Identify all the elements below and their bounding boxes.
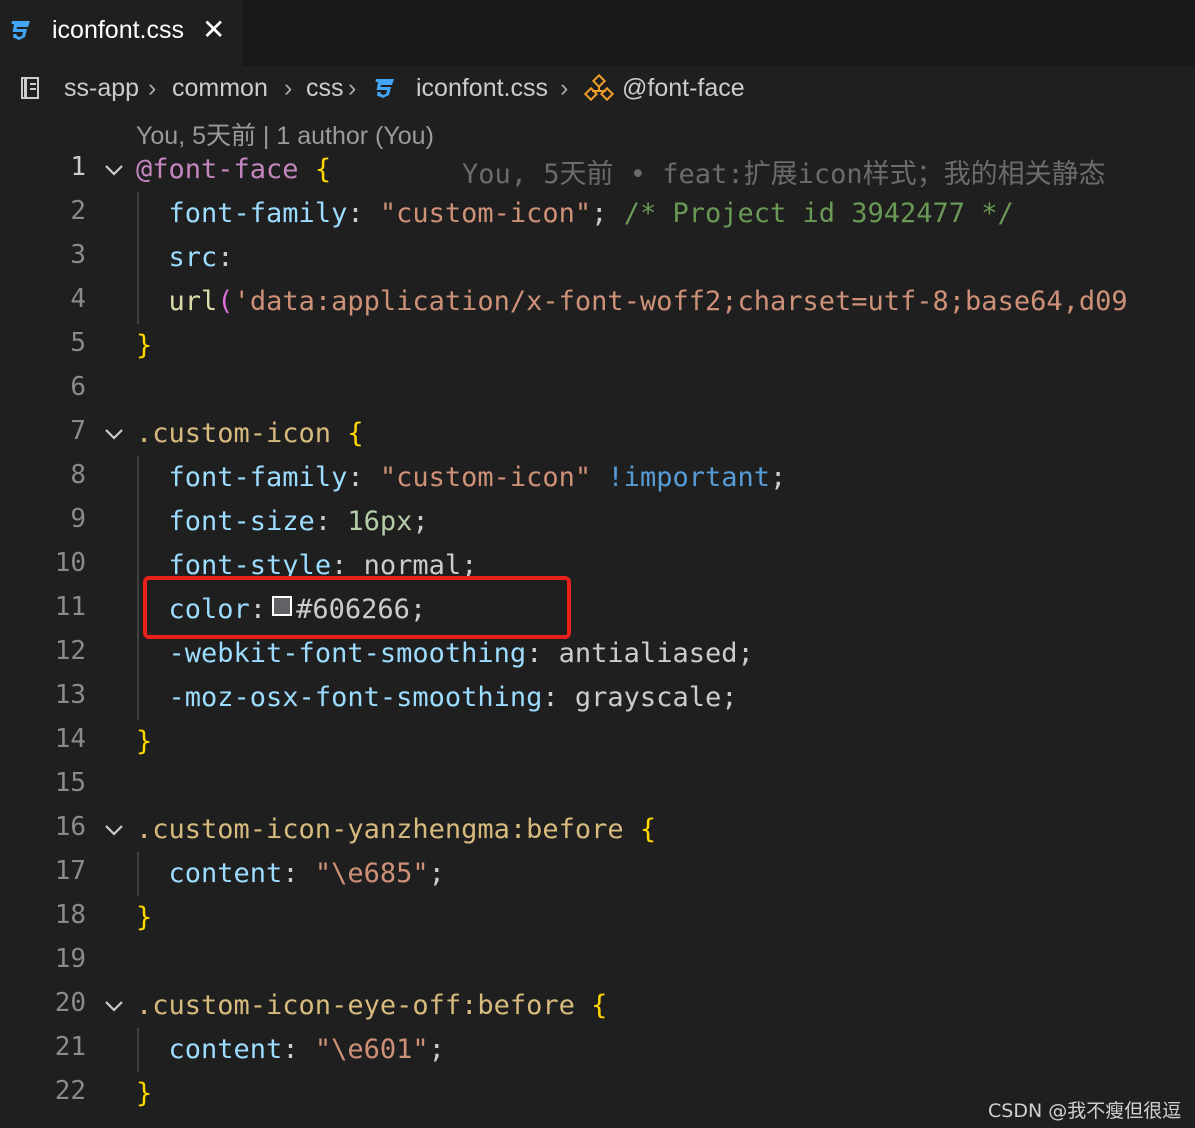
breadcrumb-item-common[interactable]: common bbox=[172, 74, 268, 103]
symbol-structure-icon bbox=[584, 74, 614, 102]
code-line-14[interactable]: 14 } bbox=[0, 720, 1195, 764]
chevron-down-icon[interactable] bbox=[102, 818, 126, 842]
code-text: content: "\e601"; bbox=[168, 1034, 445, 1065]
code-line-13[interactable]: 13 -moz-osx-font-smoothing: grayscale; bbox=[0, 676, 1195, 720]
css3-icon bbox=[11, 21, 30, 40]
code-line-19[interactable]: 19 bbox=[0, 940, 1195, 984]
breadcrumb-item-iconfont-css[interactable]: iconfont.css bbox=[416, 74, 548, 103]
line-number: 12 bbox=[54, 636, 86, 666]
code-text: } bbox=[136, 330, 153, 361]
code-text: content: "\e685"; bbox=[168, 858, 445, 889]
chevron-right-icon: › bbox=[560, 74, 569, 102]
breadcrumb-item-css[interactable]: css bbox=[306, 74, 344, 103]
code-text: font-family: "custom-icon" !important; bbox=[168, 462, 787, 493]
inline-blame: You, 5天前 • feat:扩展icon样式；我的相关静态 bbox=[462, 159, 1106, 190]
chevron-right-icon: › bbox=[284, 74, 293, 102]
line-number: 3 bbox=[70, 240, 86, 270]
code-text: .custom-icon-yanzhengma:before { bbox=[136, 814, 657, 845]
tab-label: iconfont.css bbox=[52, 16, 185, 44]
chevron-down-icon[interactable] bbox=[102, 994, 126, 1018]
chevron-right-icon: › bbox=[348, 74, 357, 102]
line-number: 1 bbox=[70, 152, 86, 182]
line-number: 10 bbox=[54, 548, 86, 578]
code-line-9[interactable]: 9 font-size: 16px; bbox=[0, 500, 1195, 544]
code-line-5[interactable]: 5 } bbox=[0, 324, 1195, 368]
line-number: 13 bbox=[54, 680, 86, 710]
code-line-21[interactable]: 21 content: "\e601"; bbox=[0, 1028, 1195, 1072]
code-line-17[interactable]: 17 content: "\e685"; bbox=[0, 852, 1195, 896]
code-text: font-size: 16px; bbox=[168, 506, 429, 537]
code-line-1[interactable]: 1 @font-face { You, 5天前 • feat:扩展icon样式；… bbox=[0, 148, 1195, 192]
line-number: 21 bbox=[54, 1032, 86, 1062]
blame-codelens[interactable]: You, 5天前 | 1 author (You) bbox=[136, 116, 434, 152]
line-number: 17 bbox=[54, 856, 86, 886]
code-text: src: bbox=[168, 242, 234, 273]
code-line-4[interactable]: 4 url('data:application/x-font-woff2;cha… bbox=[0, 280, 1195, 324]
line-number: 7 bbox=[70, 416, 86, 446]
code-text: .custom-icon { bbox=[136, 418, 364, 449]
line-number: 15 bbox=[54, 768, 86, 798]
code-text: -moz-osx-font-smoothing: grayscale; bbox=[168, 682, 738, 713]
watermark: CSDN @我不瘦但很逗 bbox=[988, 1100, 1182, 1122]
code-text: } bbox=[136, 902, 153, 933]
line-number: 2 bbox=[70, 196, 86, 226]
line-number: 22 bbox=[54, 1076, 86, 1106]
line-number: 5 bbox=[70, 328, 86, 358]
code-line-7[interactable]: 7 .custom-icon { bbox=[0, 412, 1195, 456]
breadcrumb: ss-app › common › css › iconfont.css › @… bbox=[0, 66, 1195, 112]
line-number: 16 bbox=[54, 812, 86, 842]
code-line-18[interactable]: 18 } bbox=[0, 896, 1195, 940]
line-number: 9 bbox=[70, 504, 86, 534]
breadcrumb-item-ss-app[interactable]: ss-app bbox=[64, 74, 139, 103]
code-line-8[interactable]: 8 font-family: "custom-icon" !important; bbox=[0, 456, 1195, 500]
line-number: 14 bbox=[54, 724, 86, 754]
code-line-16[interactable]: 16 .custom-icon-yanzhengma:before { bbox=[0, 808, 1195, 852]
code-text: } bbox=[136, 726, 153, 757]
code-line-2[interactable]: 2 font-family: "custom-icon"; /* Project… bbox=[0, 192, 1195, 236]
code-line-15[interactable]: 15 bbox=[0, 764, 1195, 808]
line-number: 18 bbox=[54, 900, 86, 930]
chevron-right-icon: › bbox=[148, 74, 157, 102]
line-number: 20 bbox=[54, 988, 86, 1018]
tab-iconfont-css[interactable]: iconfont.css ✕ bbox=[0, 0, 243, 66]
line-number: 19 bbox=[54, 944, 86, 974]
line-number: 6 bbox=[70, 372, 86, 402]
tab-bar: iconfont.css ✕ bbox=[0, 0, 1195, 66]
book-icon bbox=[21, 77, 39, 99]
code-line-3[interactable]: 3 src: bbox=[0, 236, 1195, 280]
code-text: .custom-icon-eye-off:before { bbox=[136, 990, 608, 1021]
line-number: 4 bbox=[70, 284, 86, 314]
code-text: } bbox=[136, 1078, 153, 1109]
code-text: -webkit-font-smoothing: antialiased; bbox=[168, 638, 754, 669]
code-line-6[interactable]: 6 bbox=[0, 368, 1195, 412]
code-text: font-family: "custom-icon"; /* Project i… bbox=[168, 198, 1014, 229]
line-number: 11 bbox=[54, 592, 86, 622]
chevron-down-icon[interactable] bbox=[102, 158, 126, 182]
css3-icon bbox=[375, 79, 394, 98]
code-text: url('data:application/x-font-woff2;chars… bbox=[168, 286, 1128, 317]
highlight-annotation-box bbox=[143, 576, 571, 639]
breadcrumb-item-font-face[interactable]: @font-face bbox=[622, 74, 745, 103]
code-text: @font-face { bbox=[136, 154, 332, 185]
code-line-20[interactable]: 20 .custom-icon-eye-off:before { bbox=[0, 984, 1195, 1028]
close-icon[interactable]: ✕ bbox=[202, 14, 225, 46]
chevron-down-icon[interactable] bbox=[102, 422, 126, 446]
line-number: 8 bbox=[70, 460, 86, 490]
